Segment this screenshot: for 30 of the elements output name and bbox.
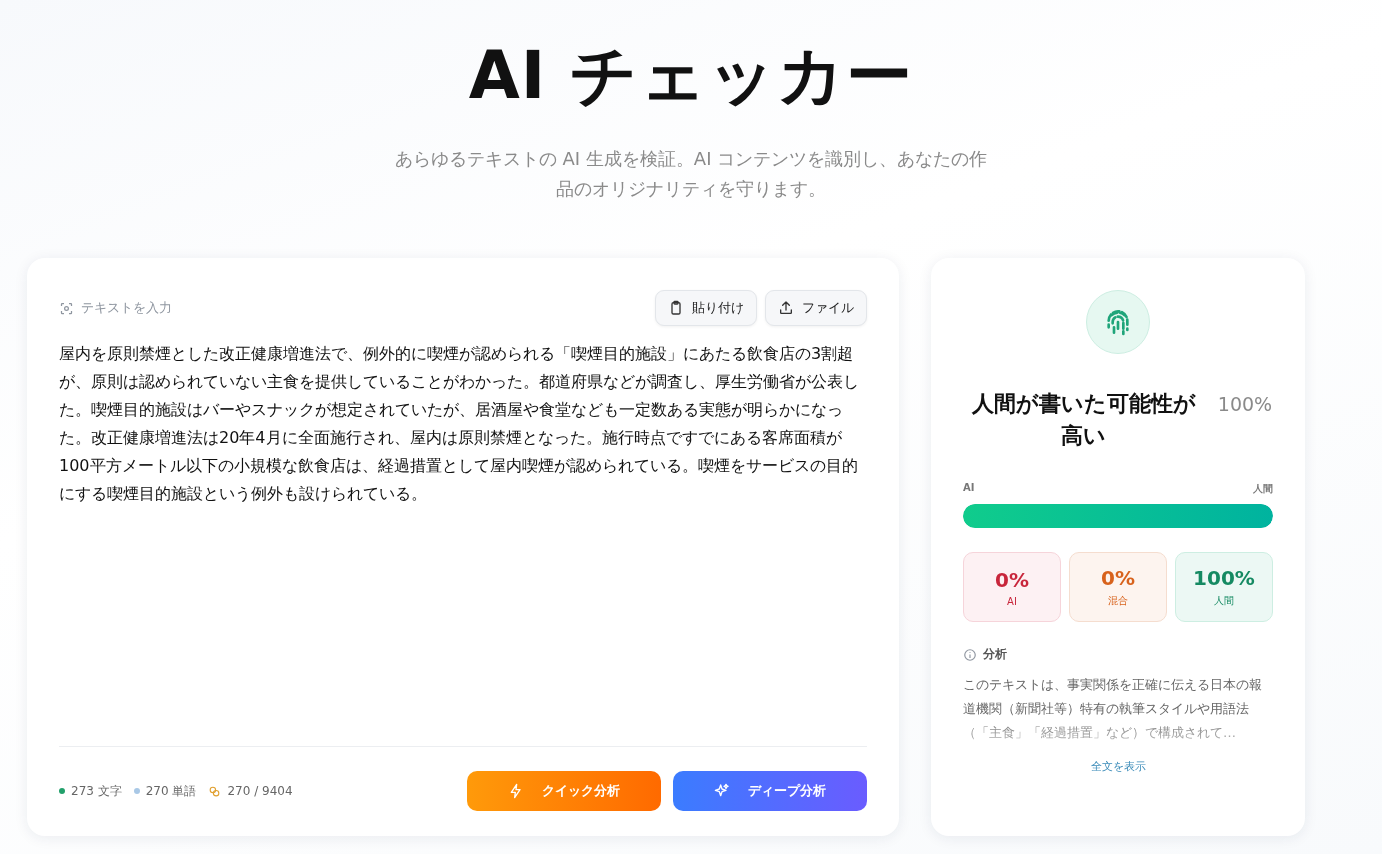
deep-analysis-button[interactable]: ディープ分析 <box>673 771 867 811</box>
text-input[interactable]: 屋内を原則禁煙とした改正健康増進法で、例外的に喫煙が認められる「喫煙目的施設」にあたる飲食店の3割超が、原則は認められていない主食を提供していることがわかった。都道府県などが調査し、厚生労働省が公表した。喫煙目的施設はバーやスナックが想定されていたが、居酒屋や食堂なども一定数ある実態が明らかになった。改正健康増進法は20年4月に全面施行され、屋内は原則禁煙となった。施行時点ですでにある客席面積が100平方メートル以下の小規模な飲食店は、経過措置として屋内喫煙が認められている。喫煙をサービスの目的にする喫煙目的施設という例外も設けられている。 <box>59 340 859 740</box>
analysis-heading: 分析 <box>983 646 1007 663</box>
sparkle-icon <box>714 783 730 799</box>
score-value: 0% <box>1101 566 1135 590</box>
coins-icon <box>208 784 222 798</box>
score-label: AI <box>1007 595 1017 607</box>
analysis-text: このテキストは、事実関係を正確に伝える日本の報道機関（新聞社等）特有の執筆スタイルや用語法（「主食」「経過措置」など）で構成されて… <box>963 676 1263 742</box>
show-more-link[interactable]: 全文を表示 <box>1090 759 1146 774</box>
lightning-icon <box>508 783 524 799</box>
stat-text: 270 単語 <box>145 782 197 800</box>
clipboard-icon <box>668 300 684 316</box>
score-label: 混合 <box>1108 594 1128 608</box>
scan-icon <box>59 300 74 316</box>
page-title: AI チェッカー <box>468 36 914 116</box>
scale-label: 人間 <box>1253 482 1273 496</box>
score-value: 0% <box>995 567 1029 592</box>
verdict-score: 100% <box>1217 392 1273 417</box>
stat-text: 273 文字 <box>71 782 122 800</box>
scale-label: AI <box>963 482 975 495</box>
field-label: テキストを入力 <box>81 299 172 317</box>
upload-icon <box>778 300 794 316</box>
paste-button[interactable]: 貼り付け <box>655 290 757 326</box>
stat-text: 270 / 9404 <box>227 784 293 798</box>
info-icon <box>963 647 977 662</box>
verdict-text: 人間が書いた可能性が高い <box>970 390 1197 450</box>
score-value: 100% <box>1193 566 1255 590</box>
page-subtitle: あらゆるテキストの AI 生成を検証。AI コンテンツを識別し、あなたの作品のオリジナリティを守ります。 <box>393 147 989 201</box>
file-button[interactable]: ファイル <box>765 290 867 326</box>
score-label: 人間 <box>1214 594 1234 608</box>
